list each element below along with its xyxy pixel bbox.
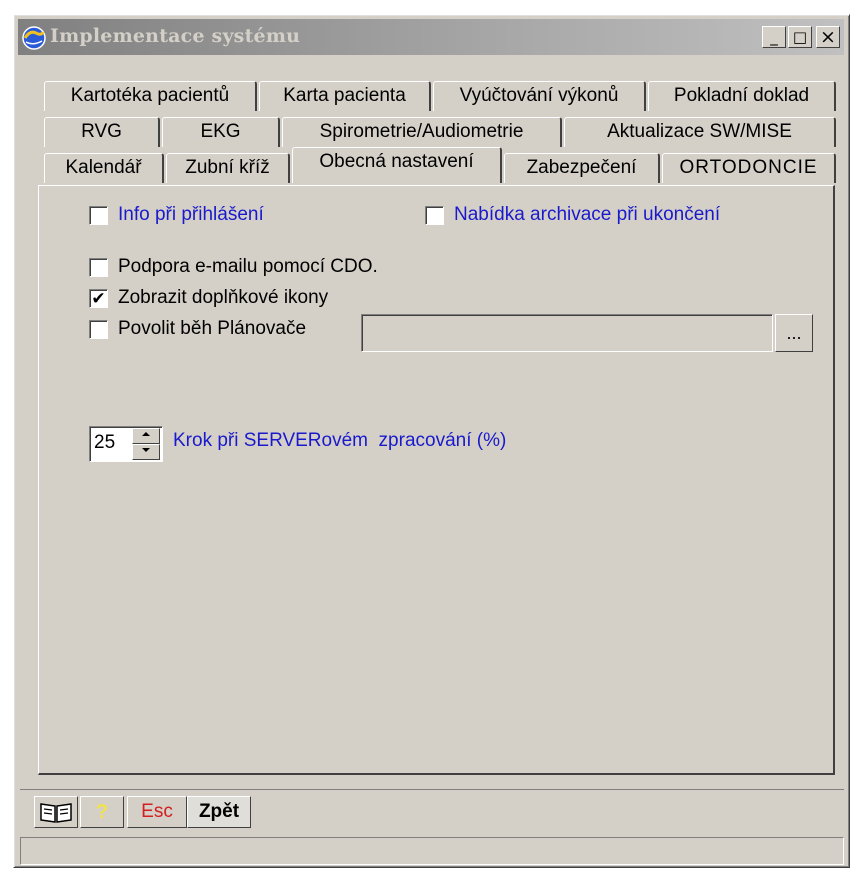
spin-up-button[interactable] bbox=[132, 428, 160, 444]
scheduler-option[interactable]: Povolit běh Plánovače bbox=[89, 318, 306, 340]
help-button[interactable]: ? bbox=[80, 796, 124, 828]
tab-obecna-nastaveni[interactable]: Obecná nastavení bbox=[292, 147, 502, 183]
minimize-button[interactable]: _ bbox=[762, 26, 786, 48]
spin-down-button[interactable] bbox=[132, 444, 160, 460]
maximize-button[interactable]: □ bbox=[788, 26, 812, 48]
server-step-value[interactable]: 25 bbox=[94, 432, 115, 454]
status-bar bbox=[20, 837, 844, 865]
bottom-toolbar: ? Esc Zpět bbox=[20, 789, 844, 832]
book-icon bbox=[40, 803, 72, 823]
tab-vyuctovani-vykonu[interactable]: Vyúčtování výkonů bbox=[433, 81, 646, 111]
tab-ortodoncie[interactable]: ORTODONCIE bbox=[662, 153, 836, 183]
scheduler-checkbox[interactable] bbox=[89, 319, 108, 339]
tab-aktualizace-sw-mise[interactable]: Aktualizace SW/MISE bbox=[564, 117, 836, 147]
book-button[interactable] bbox=[34, 796, 78, 828]
scheduler-path-field[interactable] bbox=[361, 314, 773, 352]
info-login-checkbox[interactable] bbox=[89, 205, 108, 225]
email-cdo-label: Podpora e-mailu pomocí CDO. bbox=[118, 256, 378, 277]
spin-down-icon bbox=[142, 448, 150, 452]
close-button[interactable]: × bbox=[816, 26, 840, 48]
archive-offer-label: Nabídka archivace při ukončení bbox=[454, 204, 721, 225]
browse-button[interactable]: ... bbox=[775, 314, 813, 352]
tab-pokladni-doklad[interactable]: Pokladní doklad bbox=[648, 81, 836, 111]
archive-offer-checkbox[interactable] bbox=[425, 205, 444, 225]
tab-kalendar[interactable]: Kalendář bbox=[44, 153, 164, 183]
esc-button[interactable]: Esc bbox=[127, 796, 187, 828]
server-step-spinner[interactable]: 25 bbox=[89, 426, 163, 462]
extra-icons-label: Zobrazit doplňkové ikony bbox=[118, 287, 329, 308]
server-step-label: Krok při SERVERovém zpracování (%) bbox=[173, 430, 507, 451]
tab-zubni-kriz[interactable]: Zubní kříž bbox=[166, 153, 290, 183]
extra-icons-checkbox[interactable]: ✔ bbox=[89, 288, 108, 308]
tab-kartoteka-pacientu[interactable]: Kartotéka pacientů bbox=[44, 81, 257, 111]
app-window: Implementace systému _ □ × Kartotéka pac… bbox=[13, 14, 850, 868]
tab-ekg[interactable]: EKG bbox=[162, 117, 280, 147]
settings-panel: Info při přihlášení Nabídka archivace př… bbox=[38, 185, 835, 775]
extra-icons-option[interactable]: ✔ Zobrazit doplňkové ikony bbox=[89, 287, 328, 309]
app-logo-icon bbox=[22, 26, 46, 50]
tab-zabezpeceni[interactable]: Zabezpečení bbox=[504, 153, 660, 183]
email-cdo-checkbox[interactable] bbox=[89, 257, 108, 277]
window-title: Implementace systému bbox=[50, 25, 301, 47]
back-button[interactable]: Zpět bbox=[187, 796, 251, 828]
email-cdo-option[interactable]: Podpora e-mailu pomocí CDO. bbox=[89, 256, 378, 278]
title-bar[interactable]: Implementace systému _ □ × bbox=[18, 19, 844, 55]
scheduler-label: Povolit běh Plánovače bbox=[118, 318, 307, 339]
spin-up-icon bbox=[142, 432, 150, 436]
tab-rvg[interactable]: RVG bbox=[44, 117, 160, 147]
help-icon: ? bbox=[95, 801, 109, 823]
info-login-label: Info při přihlášení bbox=[118, 204, 264, 225]
info-login-option[interactable]: Info při přihlášení bbox=[89, 204, 264, 226]
tab-karta-pacienta[interactable]: Karta pacienta bbox=[259, 81, 431, 111]
tab-spirometrie-audiometrie[interactable]: Spirometrie/Audiometrie bbox=[282, 117, 562, 147]
archive-offer-option[interactable]: Nabídka archivace při ukončení bbox=[425, 204, 720, 226]
